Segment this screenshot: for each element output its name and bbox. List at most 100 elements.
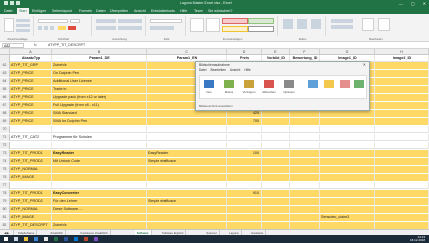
header-param1-de[interactable]: Param1_DE xyxy=(52,55,147,62)
cell-e[interactable] xyxy=(262,126,290,133)
row-number[interactable]: 66 xyxy=(0,94,10,101)
cell-d[interactable] xyxy=(227,174,262,181)
cell-b[interactable]: EasyReader xyxy=(52,150,147,157)
cell-g[interactable] xyxy=(320,222,375,229)
row-number[interactable]: 75 xyxy=(0,166,10,173)
cell-b[interactable]: Additional User License xyxy=(52,78,147,85)
cell-d[interactable] xyxy=(227,158,262,165)
cell-e[interactable] xyxy=(262,182,290,189)
highlighter-icon[interactable] xyxy=(324,80,334,88)
cell-f[interactable] xyxy=(290,214,320,221)
cell-f[interactable] xyxy=(290,166,320,173)
cell-c[interactable] xyxy=(147,206,227,213)
cell-d[interactable] xyxy=(227,142,262,149)
delay-icon[interactable] xyxy=(244,80,254,88)
cell-g[interactable] xyxy=(320,150,375,157)
cell-f[interactable] xyxy=(290,182,320,189)
fill-icon[interactable] xyxy=(331,25,353,29)
style-bad-cell[interactable] xyxy=(222,18,248,24)
cell-f[interactable] xyxy=(290,198,320,205)
cell-f[interactable] xyxy=(290,174,320,181)
cell-c[interactable]: EasyReader xyxy=(147,150,227,157)
row-number[interactable]: 62 xyxy=(0,62,10,69)
cell-b[interactable] xyxy=(52,174,147,181)
edge-icon[interactable] xyxy=(34,237,38,241)
minimize-button[interactable]: — xyxy=(399,1,403,6)
cell-e[interactable] xyxy=(262,166,290,173)
cell-c[interactable] xyxy=(147,126,227,133)
font-color-icon[interactable] xyxy=(68,26,76,30)
cell-e[interactable] xyxy=(262,198,290,205)
cell-h[interactable] xyxy=(375,222,429,229)
find-select-button[interactable] xyxy=(378,18,390,31)
cell-a[interactable]: ATYP_PRICE xyxy=(10,102,52,109)
cell-c[interactable] xyxy=(147,118,227,125)
row-number[interactable]: 78 xyxy=(0,190,10,197)
format-painter-icon[interactable] xyxy=(16,29,30,32)
cell-g[interactable] xyxy=(320,198,375,205)
cell-h[interactable] xyxy=(375,166,429,173)
mode-icon[interactable] xyxy=(224,80,234,88)
cell-e[interactable] xyxy=(262,134,290,141)
cell-c[interactable] xyxy=(147,142,227,149)
align-top-icon[interactable] xyxy=(96,19,116,23)
cell-h[interactable] xyxy=(375,206,429,213)
cell-e[interactable] xyxy=(262,150,290,157)
cell-g[interactable] xyxy=(320,206,375,213)
cell-f[interactable] xyxy=(290,190,320,197)
cell-a[interactable]: ATYP_PRICE xyxy=(10,110,52,117)
cell-h[interactable] xyxy=(375,182,429,189)
copy-icon[interactable] xyxy=(16,24,30,27)
cell-a[interactable]: ATYP_TIT_GRP xyxy=(10,62,52,69)
cell-c[interactable] xyxy=(147,214,227,221)
paste-button[interactable] xyxy=(4,18,14,32)
teams-icon[interactable] xyxy=(94,237,98,241)
cell-a[interactable]: ATYP_TIT_PROD1 xyxy=(10,150,52,157)
cell-a[interactable]: ATYP_PRICE xyxy=(10,118,52,125)
cell-h[interactable] xyxy=(375,110,429,117)
cell-f[interactable] xyxy=(290,118,320,125)
cell-h[interactable] xyxy=(375,134,429,141)
cell-g[interactable] xyxy=(320,190,375,197)
snipping-tool-window[interactable]: Bildschirmaufnahme ✕ Datei Bearbeiten An… xyxy=(195,61,370,111)
cell-h[interactable] xyxy=(375,70,429,77)
cell-b[interactable] xyxy=(52,166,147,173)
cell-c[interactable] xyxy=(147,174,227,181)
row-number[interactable]: 79 xyxy=(0,198,10,205)
autosum-icon[interactable] xyxy=(331,19,353,23)
fill-color-icon[interactable] xyxy=(58,26,66,30)
outlook-icon[interactable] xyxy=(74,237,78,241)
cell-b[interactable]: Upgrade pack (from x12 or later) xyxy=(52,94,147,101)
popup-close-icon[interactable]: ✕ xyxy=(363,62,366,67)
cell-a[interactable]: ATYP_TIT_PROD1 xyxy=(10,190,52,197)
style-neutral-cell[interactable] xyxy=(222,26,248,32)
cell-h[interactable] xyxy=(375,94,429,101)
wrap-text-button[interactable] xyxy=(118,19,142,23)
cell-e[interactable] xyxy=(262,190,290,197)
word-icon[interactable] xyxy=(64,237,68,241)
cell-d[interactable]: 910 xyxy=(227,190,262,197)
cell-h[interactable] xyxy=(375,62,429,69)
font-family-select[interactable] xyxy=(38,19,68,23)
cell-b[interactable]: SMA Standard xyxy=(52,110,147,117)
cell-c[interactable] xyxy=(147,110,227,117)
row-number[interactable]: 81 xyxy=(0,214,10,221)
bold-icon[interactable] xyxy=(38,26,42,30)
cell-a[interactable] xyxy=(10,142,52,149)
cell-f[interactable] xyxy=(290,134,320,141)
pen-icon[interactable] xyxy=(308,80,318,88)
cell-g[interactable] xyxy=(320,134,375,141)
cut-icon[interactable] xyxy=(16,19,30,22)
eraser-icon[interactable] xyxy=(340,80,350,88)
cell-a[interactable]: ATYP_PRICE xyxy=(10,70,52,77)
cell-d[interactable]: 705 xyxy=(227,118,262,125)
cell-f[interactable] xyxy=(290,142,320,149)
cell-c[interactable] xyxy=(147,190,227,197)
cell-a[interactable]: ATYP_PRICE xyxy=(10,94,52,101)
cell-a[interactable]: ATYP_IMAGE xyxy=(10,214,52,221)
cell-e[interactable] xyxy=(262,214,290,221)
percent-comma-icons[interactable] xyxy=(150,26,174,30)
cell-b[interactable]: Für den Lehrer xyxy=(52,198,147,205)
popup-menu-edit[interactable]: Bearbeiten xyxy=(210,68,225,72)
cell-d[interactable] xyxy=(227,206,262,213)
